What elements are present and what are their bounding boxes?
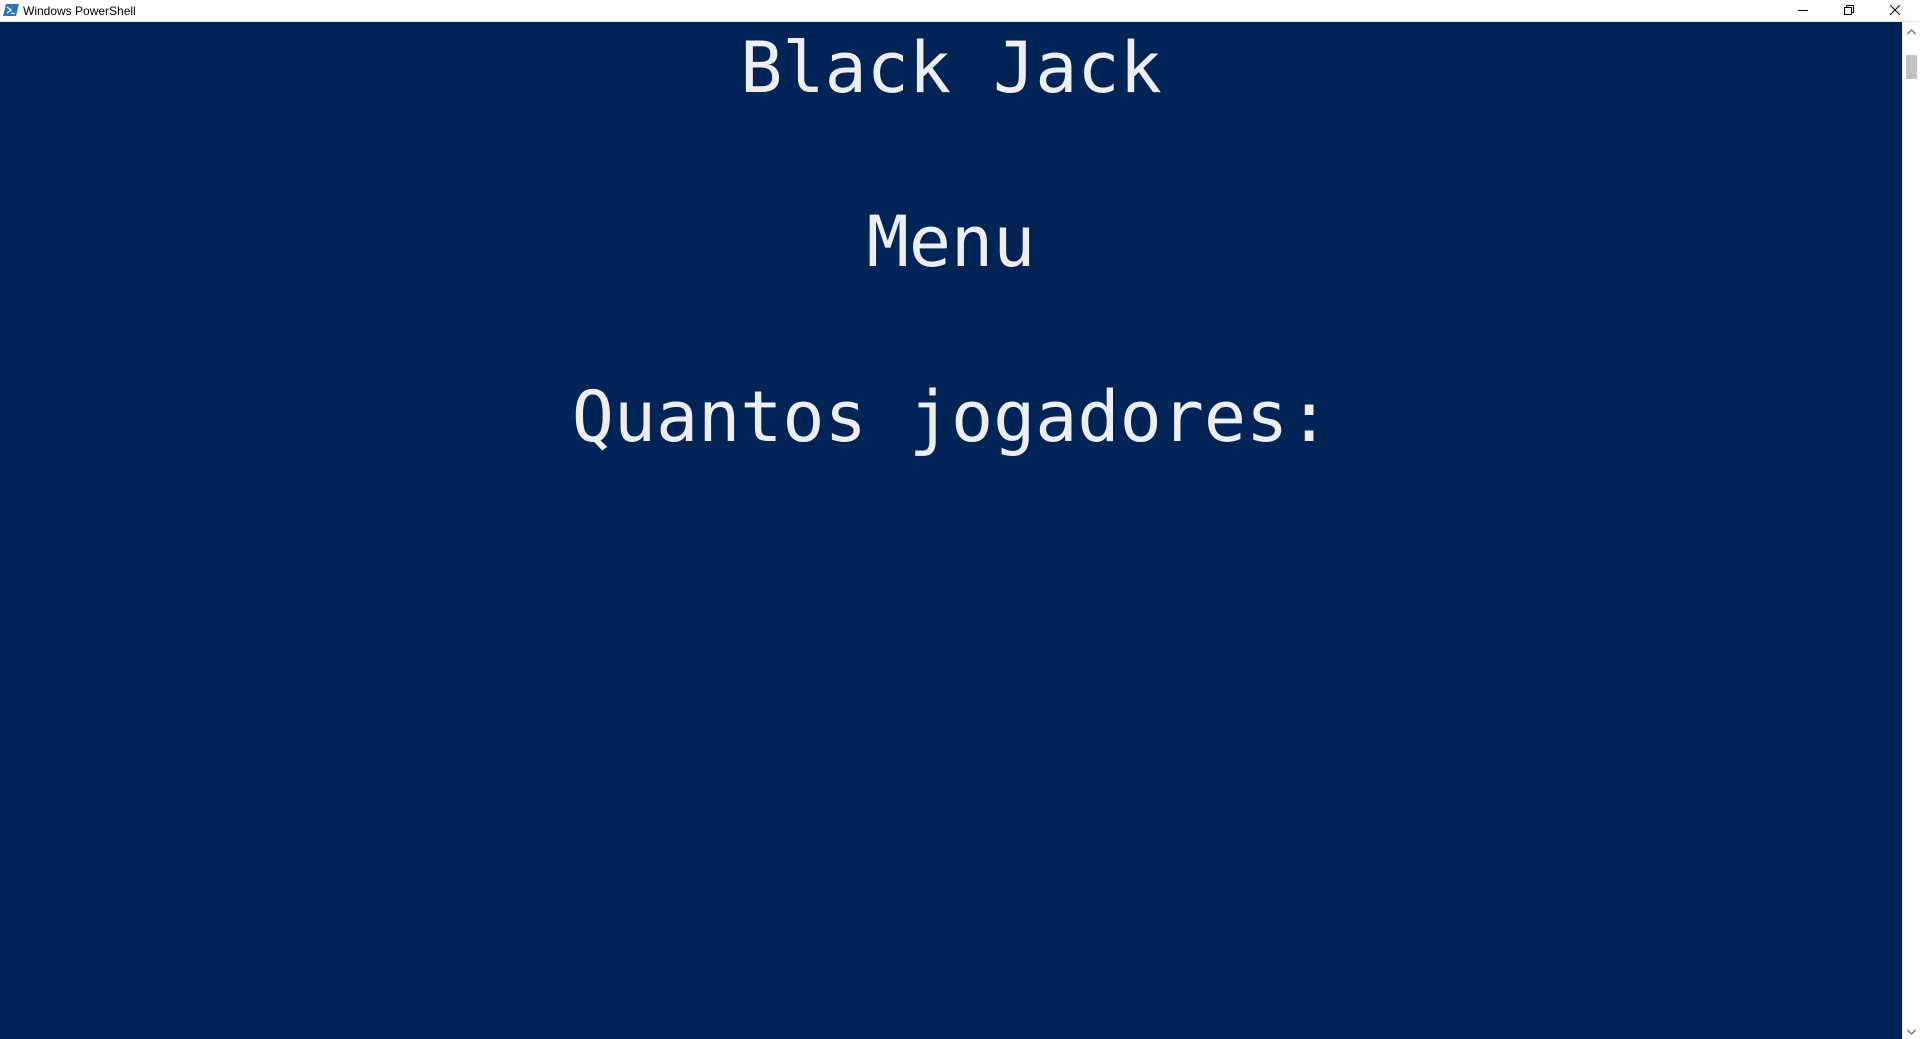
title-bar[interactable]: Windows PowerShell bbox=[0, 0, 1920, 22]
window-title: Windows PowerShell bbox=[23, 4, 136, 18]
scroll-down-button[interactable] bbox=[1903, 1022, 1920, 1039]
scroll-up-button[interactable] bbox=[1903, 22, 1920, 39]
chevron-down-icon bbox=[1907, 1022, 1916, 1039]
close-icon bbox=[1889, 2, 1901, 20]
chevron-up-icon bbox=[1907, 22, 1916, 40]
restore-button[interactable] bbox=[1826, 0, 1872, 21]
powershell-icon bbox=[3, 3, 19, 17]
vertical-scrollbar[interactable] bbox=[1902, 22, 1920, 1039]
minimize-button[interactable] bbox=[1780, 0, 1826, 21]
game-title: Black Jack bbox=[740, 27, 1162, 109]
console-output[interactable]: Black Jack Menu Quantos jogadores: bbox=[0, 22, 1902, 1039]
powershell-window: Windows PowerShell Black Jack Menu Quant… bbox=[0, 0, 1920, 1039]
minimize-icon bbox=[1798, 2, 1808, 20]
menu-heading: Menu bbox=[866, 201, 1036, 283]
scroll-thumb[interactable] bbox=[1906, 55, 1917, 79]
restore-icon bbox=[1844, 2, 1854, 20]
players-prompt: Quantos jogadores: bbox=[571, 376, 1331, 458]
close-button[interactable] bbox=[1872, 0, 1918, 21]
